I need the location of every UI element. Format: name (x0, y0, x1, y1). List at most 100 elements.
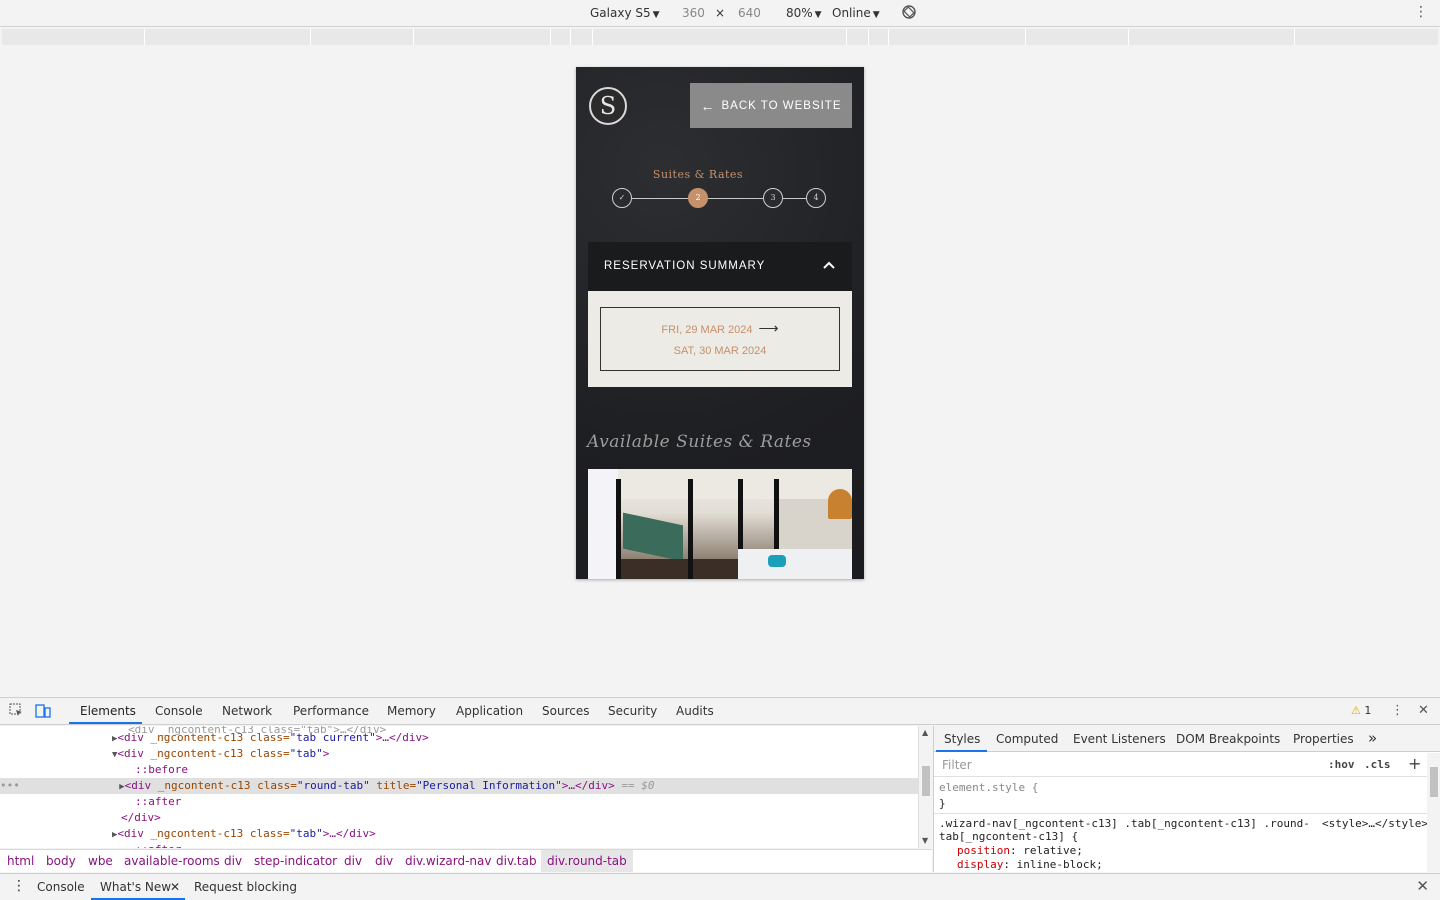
inspect-element-icon[interactable] (9, 703, 24, 722)
close-drawer-icon[interactable]: ✕ (1416, 877, 1429, 895)
scroll-down-icon[interactable]: ▼ (922, 836, 928, 845)
new-style-rule-icon[interactable]: + (1408, 754, 1421, 773)
scrollbar-thumb[interactable] (1430, 767, 1438, 797)
suite-photo[interactable] (588, 469, 852, 579)
dom-line-selected[interactable]: ••• ▶<div _ngcontent-c13 class="round-ta… (0, 778, 918, 794)
rotate-icon[interactable] (901, 4, 917, 23)
css-rule-selector-cont: tab[_ngcontent-c13] { (939, 830, 1079, 843)
breadcrumb-item[interactable]: div (224, 854, 242, 868)
ruler-divider (413, 29, 414, 45)
dropdown-caret-icon: ▼ (652, 10, 660, 20)
styles-sidebar: Styles Computed Event Listeners DOM Brea… (933, 726, 1440, 872)
tab-audits[interactable]: Audits (676, 704, 714, 718)
dom-pseudo-after[interactable]: ::after (135, 794, 932, 810)
more-options-icon[interactable]: ⋮ (1414, 4, 1428, 20)
ruler-divider (1025, 29, 1026, 45)
warnings-counter[interactable]: ⚠ 1 (1351, 704, 1371, 717)
dom-line[interactable]: ▼<div _ngcontent-c13 class="tab"> (112, 746, 932, 762)
zoom-select[interactable]: 80% ▼ (786, 6, 822, 20)
styles-scrollbar[interactable] (1427, 753, 1440, 872)
scroll-up-icon[interactable]: ▲ (922, 728, 928, 737)
back-button-label: BACK TO WEBSITE (721, 99, 842, 112)
breadcrumb-item-current[interactable]: div.round-tab (541, 850, 633, 872)
breadcrumb: html body wbe available-rooms div step-i… (0, 849, 932, 872)
tab-application[interactable]: Application (456, 704, 523, 718)
device-height-input[interactable]: 640 (738, 6, 761, 20)
dom-pseudo-before[interactable]: ::before (135, 762, 932, 778)
tab-properties[interactable]: Properties (1293, 732, 1354, 746)
breadcrumb-item[interactable]: html (7, 854, 34, 868)
rule-divider (934, 813, 1427, 814)
photo-bed-post (688, 479, 693, 579)
dom-close-tag[interactable]: </div> (121, 810, 932, 826)
tab-performance[interactable]: Performance (293, 704, 369, 718)
drawer-menu-icon[interactable]: ⋮ (12, 878, 26, 894)
breadcrumb-item[interactable]: div.tab (496, 854, 537, 868)
ruler-divider (868, 29, 869, 45)
photo-tv (623, 512, 683, 562)
photo-ceiling (588, 469, 852, 499)
drawer-tab-request-blocking[interactable]: Request blocking (194, 880, 297, 894)
tab-console[interactable]: Console (155, 704, 203, 718)
drawer-tab-console[interactable]: Console (37, 880, 85, 894)
css-property[interactable]: display: inline-block; (957, 858, 1440, 871)
ruler-divider (570, 29, 571, 45)
tab-computed[interactable]: Computed (996, 732, 1058, 746)
back-to-website-button[interactable]: ← BACK TO WEBSITE (690, 83, 852, 128)
tab-styles[interactable]: Styles (944, 732, 980, 746)
tab-elements[interactable]: Elements (80, 704, 136, 718)
site-logo[interactable]: S (589, 87, 627, 125)
step-3[interactable]: 3 (763, 188, 783, 208)
style-source-link[interactable]: <style>…</style> (1322, 817, 1428, 830)
tab-sources[interactable]: Sources (542, 704, 589, 718)
devtools-tab-bar: Elements Console Network Performance Mem… (0, 697, 1440, 725)
element-style-rule[interactable]: element.style { (939, 781, 1432, 794)
hover-state-toggle[interactable]: :hov (1328, 758, 1355, 771)
ruler-divider (550, 29, 551, 45)
reservation-summary-toggle[interactable]: RESERVATION SUMMARY (588, 242, 852, 291)
device-select[interactable]: Galaxy S5 ▼ (590, 6, 660, 20)
dom-line[interactable]: ▶<div _ngcontent-c13 class="tab">…</div> (112, 826, 932, 842)
breadcrumb-item[interactable]: available-rooms (124, 854, 220, 868)
ruler-divider (1294, 29, 1295, 45)
tab-memory[interactable]: Memory (387, 704, 436, 718)
breadcrumb-item[interactable]: step-indicator (254, 854, 337, 868)
reservation-summary-title: RESERVATION SUMMARY (604, 260, 766, 272)
close-tab-icon[interactable]: ✕ (170, 880, 180, 894)
breadcrumb-item[interactable]: div (375, 854, 393, 868)
breadcrumb-item[interactable]: div.wizard-nav (405, 854, 491, 868)
network-throttle-select[interactable]: Online ▼ (832, 6, 880, 20)
css-property[interactable]: position: relative; (957, 844, 1440, 857)
dom-tree-scrollbar[interactable]: ▲ ▼ (918, 726, 932, 848)
dom-line[interactable]: ▶<div _ngcontent-c13 class="tab current"… (112, 730, 932, 746)
tab-network[interactable]: Network (222, 704, 272, 718)
breadcrumb-item[interactable]: wbe (88, 854, 113, 868)
css-rule-selector[interactable]: .wizard-nav[_ngcontent-c13] .tab[_ngcont… (939, 817, 1432, 830)
dom-line-clipped: ::after (135, 842, 932, 848)
styles-filter-input[interactable]: Filter (942, 758, 972, 772)
element-style-close: } (939, 797, 946, 810)
drawer-tab-whats-new[interactable]: What's New (100, 880, 171, 894)
photo-floor (618, 559, 738, 579)
class-toggle[interactable]: .cls (1364, 758, 1391, 771)
step-2[interactable]: 2 (688, 188, 708, 208)
breadcrumb-item[interactable]: body (46, 854, 76, 868)
close-devtools-icon[interactable]: ✕ (1418, 703, 1429, 718)
ruler-divider (144, 29, 145, 45)
scrollbar-thumb[interactable] (922, 766, 930, 796)
device-toolbar-toggle-icon[interactable] (35, 703, 51, 722)
device-width-input[interactable]: 360 (682, 6, 705, 20)
devtools-menu-icon[interactable]: ⋮ (1391, 703, 1404, 718)
tab-event-listeners[interactable]: Event Listeners (1073, 732, 1166, 746)
active-tab-indicator (69, 722, 142, 724)
more-tabs-icon[interactable]: » (1368, 729, 1377, 747)
step-connector (783, 198, 806, 199)
ruler-divider (592, 29, 593, 45)
tab-security[interactable]: Security (608, 704, 657, 718)
step-4[interactable]: 4 (806, 188, 826, 208)
date-range-box[interactable]: FRI, 29 MAR 2024 ⟶ SAT, 30 MAR 2024 (600, 307, 840, 371)
step-1-check-icon[interactable]: ✓ (612, 188, 632, 208)
breadcrumb-item[interactable]: div (344, 854, 362, 868)
dom-tree[interactable]: <div _ngcontent-c13 class="tab">…</div> … (0, 726, 932, 848)
tab-dom-breakpoints[interactable]: DOM Breakpoints (1176, 732, 1280, 746)
